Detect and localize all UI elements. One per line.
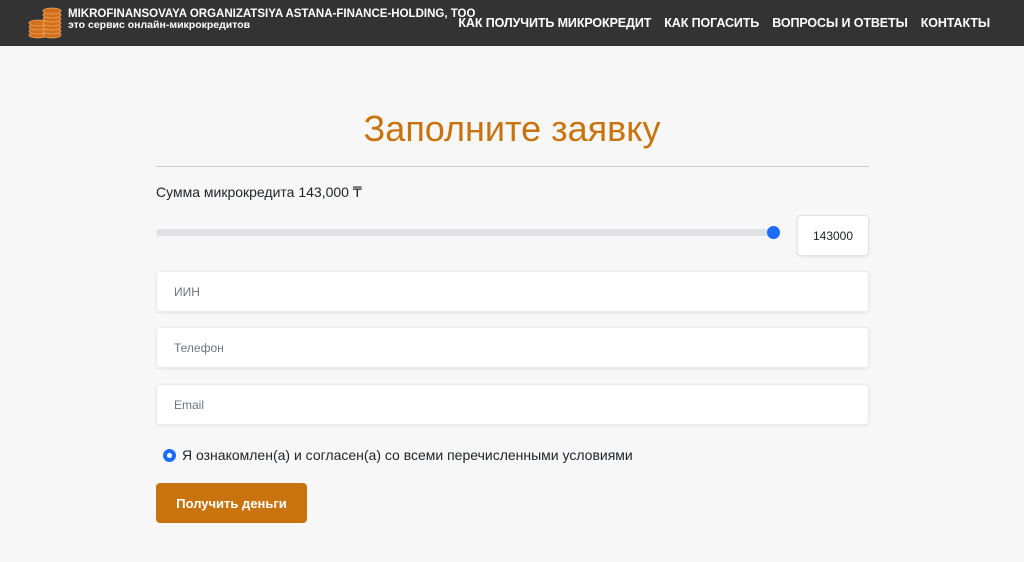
amount-input[interactable]: 143000 (797, 215, 869, 256)
amount-label: Сумма микрокредита 143,000 ₸ (156, 184, 362, 200)
get-money-button[interactable]: Получить деньги (156, 483, 307, 523)
amount-slider[interactable] (156, 229, 774, 236)
email-input[interactable]: Email (156, 384, 869, 425)
nav-how-to-get[interactable]: КАК ПОЛУЧИТЬ МИКРОКРЕДИТ (458, 16, 651, 30)
coin-stack-icon[interactable] (27, 4, 63, 40)
amount-slider-thumb[interactable] (767, 226, 780, 239)
page-title: Заполните заявку (363, 108, 661, 149)
nav-contacts[interactable]: КОНТАКТЫ (921, 16, 990, 30)
phone-input[interactable]: Телефон (156, 327, 869, 368)
main-nav: КАК ПОЛУЧИТЬ МИКРОКРЕДИТ КАК ПОГАСИТЬ ВО… (458, 0, 990, 46)
brand-subtitle: это сервис онлайн-микрокредитов (68, 19, 251, 31)
agreement-label[interactable]: Я ознакомлен(а) и согласен(а) со всеми п… (182, 447, 633, 463)
nav-how-to-repay[interactable]: КАК ПОГАСИТЬ (664, 16, 759, 30)
title-divider (156, 166, 869, 167)
site-header: MIKROFINANSOVAYA ORGANIZATSIYA ASTANA-FI… (0, 0, 1024, 46)
agreement: Я ознакомлен(а) и согласен(а) со всеми п… (163, 447, 633, 463)
nav-faq[interactable]: ВОПРОСЫ И ОТВЕТЫ (772, 16, 908, 30)
agreement-radio[interactable] (163, 448, 176, 462)
brand[interactable]: MIKROFINANSOVAYA ORGANIZATSIYA ASTANA-FI… (68, 8, 475, 31)
iin-input[interactable]: ИИН (156, 271, 869, 312)
